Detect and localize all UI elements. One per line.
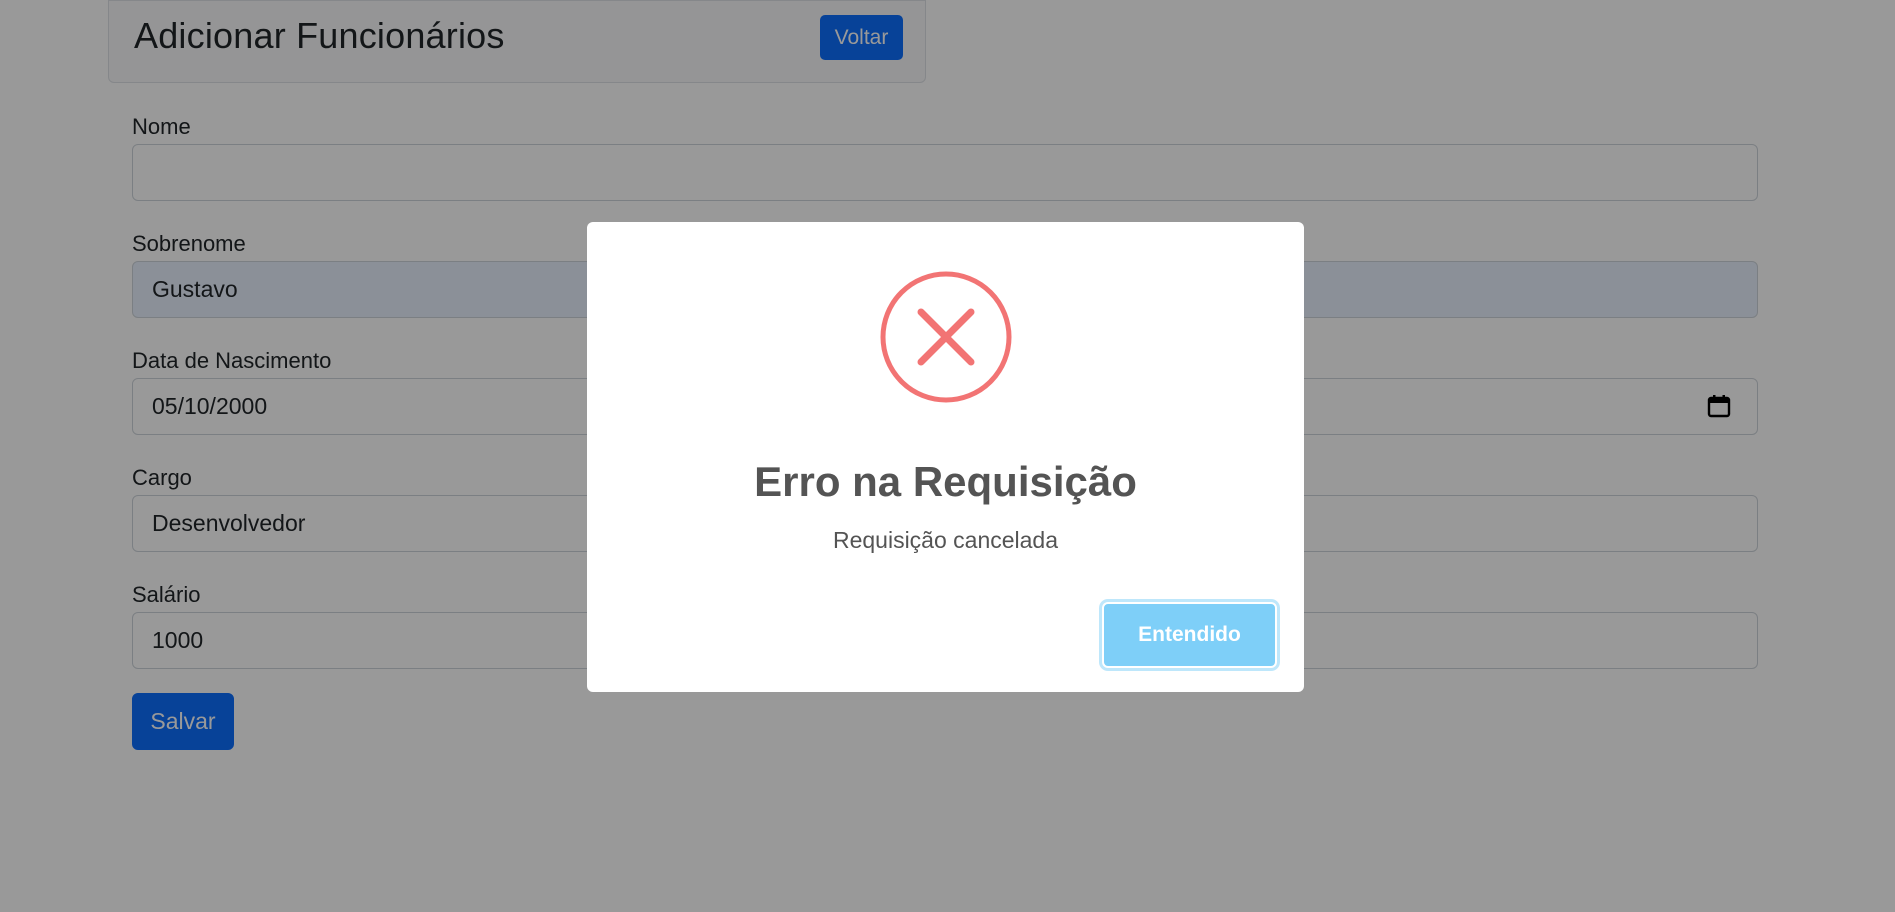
confirm-button[interactable]: Entendido <box>1102 602 1277 668</box>
error-dialog: Erro na Requisição Requisição cancelada … <box>587 222 1304 692</box>
page: Adicionar Funcionários Voltar Nome Sobre… <box>0 0 1895 912</box>
error-x-icon <box>880 271 1012 403</box>
dialog-message: Requisição cancelada <box>832 527 1059 553</box>
dialog-title: Erro na Requisição <box>754 458 1137 505</box>
